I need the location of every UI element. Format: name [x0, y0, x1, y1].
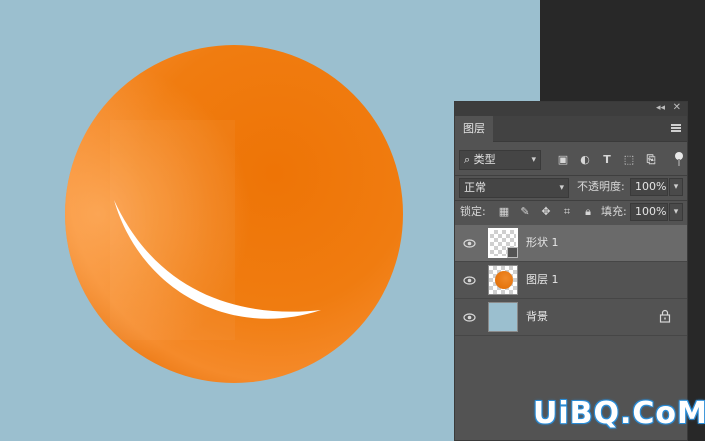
fill-input[interactable]: 100%	[630, 203, 668, 221]
layer-thumbnail[interactable]	[488, 228, 518, 258]
opacity-input[interactable]: 100%	[630, 178, 668, 196]
opacity-dropdown-button[interactable]: ▾	[669, 178, 683, 196]
lock-image-icon[interactable]: ✎	[518, 204, 532, 220]
watermark: UiBQ.CoM	[533, 396, 705, 431]
shape-filter-icon[interactable]: ⬚	[621, 152, 637, 168]
eye-icon[interactable]	[463, 237, 476, 250]
blend-mode-select[interactable]: 正常 ▾	[459, 178, 569, 198]
layers-panel: ◂◂ ✕ 图层 ⌕ 类型 ▾ ▣ ◐ T ⬚ ⎘ 正常 ▾ 不透明度: 100%…	[454, 101, 688, 441]
chevron-down-icon: ▾	[531, 155, 536, 165]
fill-dropdown-button[interactable]: ▾	[669, 203, 683, 221]
close-icon[interactable]: ✕	[673, 102, 681, 113]
fill-label: 填充:	[601, 205, 627, 218]
lock-all-icon[interactable]: 🔒︎	[581, 204, 595, 220]
blend-row: 正常 ▾ 不透明度: 100% ▾	[455, 175, 687, 199]
lock-position-icon[interactable]: ✥	[539, 204, 553, 220]
eye-icon[interactable]	[463, 311, 476, 324]
layer-name[interactable]: 形状 1	[526, 235, 559, 251]
search-icon: ⌕	[464, 153, 474, 166]
smart-object-filter-icon[interactable]: ⎘	[643, 152, 659, 168]
eye-icon[interactable]	[463, 274, 476, 287]
filter-toggle[interactable]	[675, 152, 683, 166]
tab-layers[interactable]: 图层	[455, 116, 493, 142]
layer-row-pixel[interactable]: 图层 1	[455, 262, 687, 299]
adjustment-filter-icon[interactable]: ◐	[577, 152, 593, 168]
layer-thumbnail[interactable]	[488, 265, 518, 295]
filter-row: ⌕ 类型 ▾ ▣ ◐ T ⬚ ⎘	[455, 148, 687, 172]
filter-icons: ▣ ◐ T ⬚ ⎘	[555, 152, 659, 168]
panel-title-bar: ◂◂ ✕	[455, 102, 687, 116]
collapse-icon[interactable]: ◂◂	[656, 103, 665, 113]
lock-transparent-icon[interactable]: ▦	[497, 204, 511, 220]
panel-menu-icon[interactable]	[671, 124, 681, 132]
layer-row-shape[interactable]: 形状 1	[455, 225, 687, 262]
lock-row: 锁定: ▦ ✎ ✥ ⌗ 🔒︎ 填充: 100% ▾	[455, 200, 687, 224]
type-filter-icon[interactable]: T	[599, 152, 615, 168]
shape-layer-icon	[507, 247, 518, 258]
lock-label: 锁定:	[460, 205, 486, 218]
panel-overlay	[110, 120, 235, 340]
pixel-filter-icon[interactable]: ▣	[555, 152, 571, 168]
lock-icon	[659, 309, 671, 323]
panel-tab-bar: 图层	[455, 116, 687, 142]
lock-icons: ▦ ✎ ✥ ⌗ 🔒︎	[497, 204, 595, 220]
lock-artboard-icon[interactable]: ⌗	[560, 204, 574, 220]
layer-list: 形状 1 图层 1 背景	[455, 225, 687, 336]
layer-name[interactable]: 背景	[526, 309, 548, 325]
layer-name[interactable]: 图层 1	[526, 272, 559, 288]
opacity-label: 不透明度:	[577, 180, 625, 193]
chevron-down-icon: ▾	[559, 183, 564, 193]
layer-thumbnail[interactable]	[488, 302, 518, 332]
layer-row-background[interactable]: 背景	[455, 299, 687, 336]
orange-sphere-thumbnail	[495, 271, 513, 289]
filter-kind-select[interactable]: ⌕ 类型 ▾	[459, 150, 541, 170]
